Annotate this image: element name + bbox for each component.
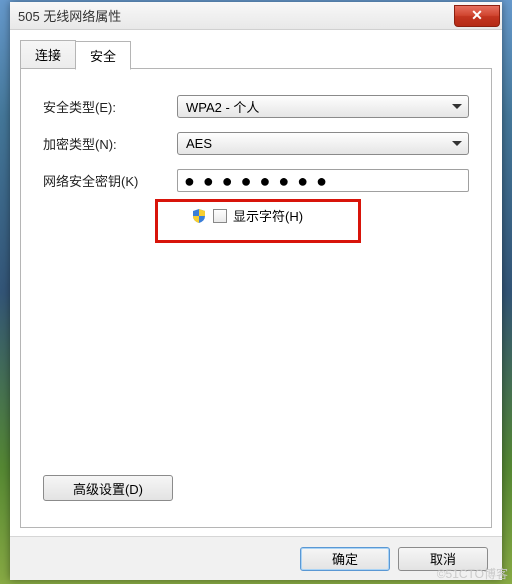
row-key: 网络安全密钥(K) ●●●●●●●● bbox=[43, 169, 469, 192]
tab-strip: 连接 安全 bbox=[20, 40, 492, 69]
key-mask: ●●●●●●●● bbox=[184, 171, 335, 191]
encryption-type-select[interactable]: AES bbox=[177, 132, 469, 155]
encryption-type-label: 加密类型(N): bbox=[43, 134, 177, 153]
ok-button[interactable]: 确定 bbox=[300, 547, 390, 571]
close-icon: ✕ bbox=[471, 7, 483, 24]
close-button[interactable]: ✕ bbox=[454, 5, 500, 27]
window-title: 505 无线网络属性 bbox=[18, 6, 121, 25]
row-show-chars: 显示字符(H) bbox=[191, 206, 469, 225]
network-key-input[interactable]: ●●●●●●●● bbox=[177, 169, 469, 192]
dialog-button-bar: 确定 取消 bbox=[10, 536, 502, 580]
chevron-down-icon bbox=[452, 141, 462, 146]
security-panel: 安全类型(E): WPA2 - 个人 加密类型(N): AES 网络安全密钥(K… bbox=[20, 68, 492, 528]
cancel-button[interactable]: 取消 bbox=[398, 547, 488, 571]
cancel-label: 取消 bbox=[430, 549, 456, 568]
client-area: 连接 安全 安全类型(E): WPA2 - 个人 加密类型(N): AES 网络… bbox=[10, 30, 502, 580]
security-type-select[interactable]: WPA2 - 个人 bbox=[177, 95, 469, 118]
tab-connect[interactable]: 连接 bbox=[20, 40, 76, 69]
advanced-settings-button[interactable]: 高级设置(D) bbox=[43, 475, 173, 501]
dialog-window: 505 无线网络属性 ✕ 连接 安全 安全类型(E): WPA2 - 个人 加密… bbox=[10, 2, 502, 580]
shield-icon bbox=[191, 208, 207, 224]
encryption-type-value: AES bbox=[186, 136, 212, 151]
security-type-value: WPA2 - 个人 bbox=[186, 97, 259, 116]
row-security-type: 安全类型(E): WPA2 - 个人 bbox=[43, 95, 469, 118]
show-chars-checkbox[interactable] bbox=[213, 209, 227, 223]
show-chars-label: 显示字符(H) bbox=[233, 206, 303, 225]
key-label: 网络安全密钥(K) bbox=[43, 171, 177, 190]
titlebar: 505 无线网络属性 ✕ bbox=[10, 2, 502, 30]
chevron-down-icon bbox=[452, 104, 462, 109]
ok-label: 确定 bbox=[332, 549, 358, 568]
tab-security[interactable]: 安全 bbox=[75, 41, 131, 70]
row-encryption-type: 加密类型(N): AES bbox=[43, 132, 469, 155]
security-type-label: 安全类型(E): bbox=[43, 97, 177, 116]
advanced-settings-label: 高级设置(D) bbox=[73, 479, 143, 498]
